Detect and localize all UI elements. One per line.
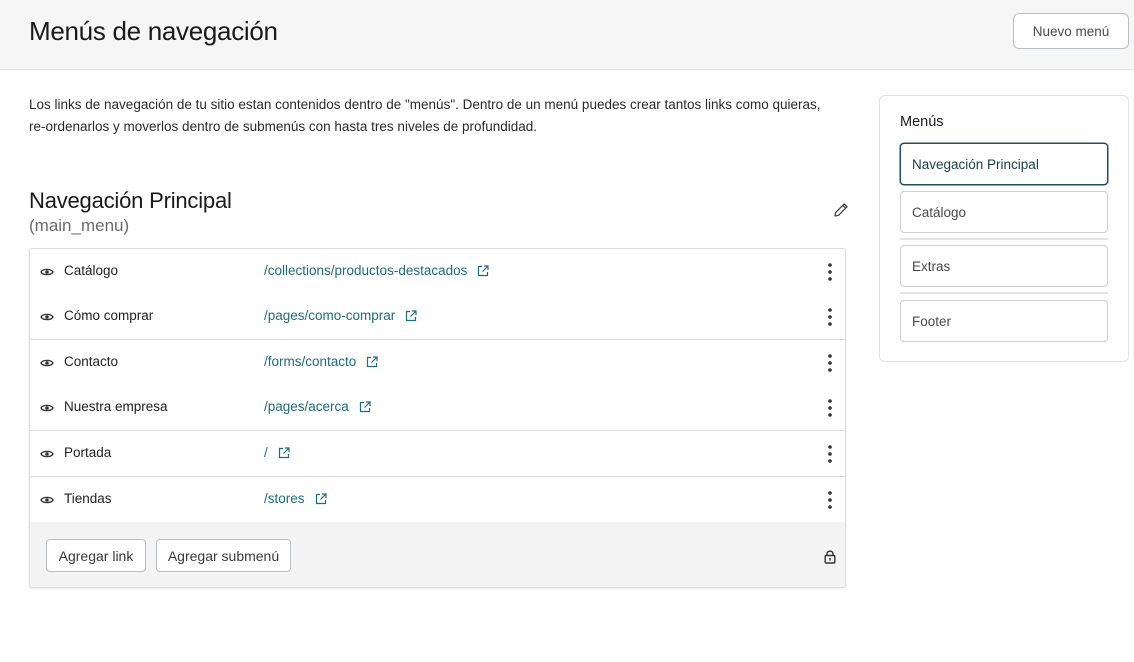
link-url[interactable]: /forms/contacto (264, 354, 378, 369)
eye-icon[interactable] (40, 356, 54, 370)
more-options-icon[interactable] (824, 353, 836, 373)
sidebar-divider (900, 292, 1108, 294)
link-url[interactable]: / (264, 445, 290, 460)
link-url-text: /collections/productos-destacados (264, 263, 468, 278)
link-label: Portada (64, 445, 112, 460)
page-title: Menús de navegación (29, 16, 278, 46)
link-label: Tiendas (64, 491, 112, 506)
sidebar-title: Menús (900, 114, 944, 130)
sidebar-item-catalogo[interactable]: Catálogo (900, 191, 1108, 233)
sidebar-item-footer[interactable]: Footer (900, 300, 1108, 342)
link-row[interactable]: Contacto /forms/contacto (30, 340, 845, 386)
intro-text: Los links de navegación de tu sitio esta… (29, 97, 821, 134)
more-options-icon[interactable] (824, 490, 836, 510)
link-row[interactable]: Cómo comprar /pages/como-comprar (30, 294, 845, 340)
external-link-icon[interactable] (405, 309, 417, 322)
menu-heading: Navegación Principal (main_menu) (29, 188, 232, 236)
link-row[interactable]: Portada / (30, 431, 845, 477)
link-url[interactable]: /pages/acerca (264, 399, 371, 414)
menu-name: Navegación Principal (29, 188, 232, 213)
link-url-text: /pages/acerca (264, 399, 349, 414)
more-options-icon[interactable] (824, 398, 836, 418)
external-link-icon[interactable] (278, 446, 290, 459)
link-row[interactable]: Tiendas /stores (30, 477, 845, 523)
link-label: Catálogo (64, 263, 119, 278)
link-url-text: /forms/contacto (264, 354, 357, 369)
eye-icon[interactable] (40, 401, 54, 415)
eye-icon[interactable] (40, 310, 54, 324)
link-label: Cómo comprar (64, 308, 154, 323)
menu-links-list: Catálogo /collections/productos-destacad… (29, 248, 846, 588)
link-url[interactable]: /stores (264, 491, 327, 506)
add-submenu-button[interactable]: Agregar submenú (156, 539, 291, 572)
link-label: Nuestra empresa (64, 399, 168, 414)
eye-icon[interactable] (40, 493, 54, 507)
eye-icon[interactable] (40, 265, 54, 279)
more-options-icon[interactable] (824, 444, 836, 464)
link-url[interactable]: /pages/como-comprar (264, 308, 417, 323)
external-link-icon[interactable] (477, 264, 489, 277)
more-options-icon[interactable] (824, 262, 836, 282)
menu-handle: (main_menu) (29, 216, 130, 235)
link-url-text: /pages/como-comprar (264, 308, 396, 323)
sidebar-divider (900, 238, 1108, 240)
sidebar-item-extras[interactable]: Extras (900, 245, 1108, 287)
more-options-icon[interactable] (824, 307, 836, 327)
links-footer: Agregar link Agregar submenú (30, 522, 845, 587)
link-url-text: / (264, 445, 268, 460)
new-menu-button[interactable]: Nuevo menú (1013, 13, 1129, 49)
link-label: Contacto (64, 354, 119, 369)
link-url-text: /stores (264, 491, 305, 506)
page-header: Menús de navegación Nuevo menú (0, 0, 1134, 70)
menus-sidebar: Menús Navegación Principal Catálogo Extr… (879, 95, 1129, 362)
link-row[interactable]: Nuestra empresa /pages/acerca (30, 385, 845, 431)
external-link-icon[interactable] (366, 355, 378, 368)
add-link-button[interactable]: Agregar link (46, 539, 146, 572)
pencil-icon[interactable] (832, 201, 850, 219)
eye-icon[interactable] (40, 447, 54, 461)
sidebar-item-navegacion-principal[interactable]: Navegación Principal (900, 143, 1108, 185)
lock-icon[interactable] (824, 549, 836, 564)
link-row[interactable]: Catálogo /collections/productos-destacad… (30, 249, 845, 295)
external-link-icon[interactable] (359, 400, 371, 413)
link-url[interactable]: /collections/productos-destacados (264, 263, 489, 278)
external-link-icon[interactable] (315, 492, 327, 505)
